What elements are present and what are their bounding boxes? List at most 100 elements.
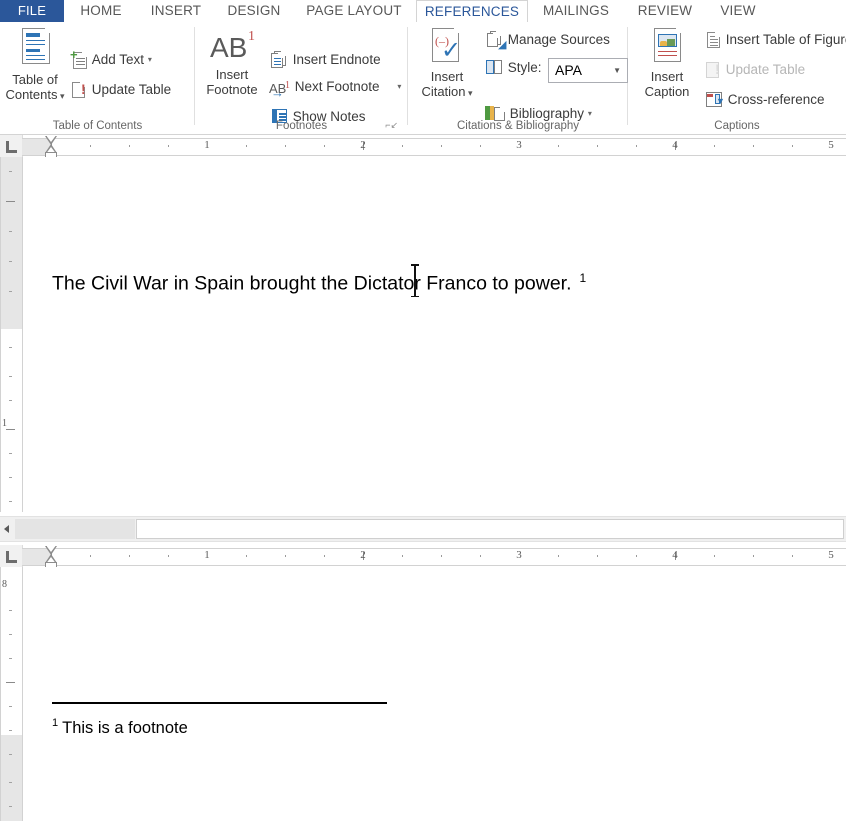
horizontal-ruler-bottom[interactable]: 1 2 3 4 5: [0, 545, 846, 571]
insert-caption-label-line1: Insert: [650, 69, 684, 84]
insert-footnote-label-line1: Insert: [215, 67, 249, 82]
chevron-down-icon: ▾: [465, 88, 473, 98]
group-label-table-of-contents: Table of Contents: [52, 120, 143, 132]
manage-sources-button[interactable]: ◢ Manage Sources: [484, 28, 610, 50]
ruler-number: 4: [672, 549, 678, 561]
insert-table-of-figures-label: Insert Table of Figures: [725, 31, 846, 47]
word-window: FILE HOME INSERT DESIGN PAGE LAYOUT REFE…: [0, 0, 846, 821]
tab-insert[interactable]: INSERT: [138, 0, 214, 22]
footnote-reference-mark[interactable]: 1: [580, 271, 587, 285]
tab-stop-selector[interactable]: [0, 135, 23, 157]
chevron-down-icon: ▾: [397, 81, 402, 91]
vertical-ruler-top[interactable]: 1: [0, 157, 23, 512]
update-table-label: Update Table: [91, 81, 172, 97]
update-table-captions-label: Update Table: [725, 61, 806, 77]
cross-reference-icon: ▼: [704, 90, 725, 109]
insert-caption-icon: [650, 28, 684, 68]
scroll-left-arrow[interactable]: [0, 517, 14, 541]
tab-file[interactable]: FILE: [0, 0, 64, 22]
manage-sources-label: Manage Sources: [507, 31, 610, 47]
tab-design[interactable]: DESIGN: [214, 0, 294, 22]
table-of-contents-button[interactable]: Table of Contents ▾: [4, 28, 66, 104]
body-sentence: The Civil War in Spain brought the Dicta…: [52, 272, 572, 295]
ruler-page-zone: [51, 138, 846, 156]
vruler-number: 1: [2, 418, 7, 429]
ruler-number: 3: [516, 139, 522, 151]
tab-mailings[interactable]: MAILINGS: [528, 0, 624, 22]
left-tab-stop-icon: [6, 551, 17, 563]
insert-footnote-button[interactable]: AB 1 Insert Footnote: [199, 29, 265, 97]
scrollbar-thumb[interactable]: [136, 519, 844, 539]
chevron-down-icon: ▾: [587, 108, 592, 118]
tab-home[interactable]: HOME: [64, 0, 138, 22]
update-table-captions-button: ! Update Table: [704, 58, 805, 79]
document-page-1[interactable]: The Civil War in Spain brought the Dicta…: [23, 157, 846, 512]
vruler-margin-zone: [0, 735, 23, 821]
insert-citation-label-line1: Insert: [430, 69, 464, 84]
footnote-number: 1: [52, 717, 59, 729]
vruler-number: 8: [2, 579, 7, 590]
insert-caption-label-line2: Caption: [644, 84, 690, 99]
table-of-contents-icon: [18, 28, 52, 70]
next-footnote-button[interactable]: AB 1 → Next Footnote ▾: [269, 75, 402, 100]
insert-table-of-figures-button[interactable]: Insert Table of Figures: [704, 28, 846, 49]
ribbon-group-citations-bibliography: (–) ✓ Insert Citation ▾ ◢ Manage Sources: [408, 22, 628, 134]
vruler-margin-zone: [0, 157, 23, 329]
next-footnote-icon: AB 1 →: [269, 79, 290, 100]
chevron-down-icon: ▾: [147, 54, 152, 64]
footnotes-dialog-launcher[interactable]: ⌐↙: [385, 120, 398, 131]
add-text-button[interactable]: + Add Text ▾: [70, 48, 152, 69]
insert-endnote-label: Insert Endnote: [292, 51, 381, 67]
manage-sources-icon: ◢: [484, 30, 506, 50]
add-text-icon: +: [70, 48, 88, 69]
horizontal-scrollbar[interactable]: [0, 516, 846, 542]
document-page-2[interactable]: 1 This is a footnote: [23, 567, 846, 821]
add-text-label: Add Text: [91, 51, 145, 67]
ribbon-group-captions: Insert Caption Insert Table of Figures !…: [628, 22, 846, 134]
ruler-number: 4: [672, 139, 678, 151]
next-footnote-label: Next Footnote: [294, 78, 380, 94]
insert-endnote-button[interactable]: Insert Endnote: [269, 48, 381, 69]
group-label-citations-bibliography: Citations & Bibliography: [456, 120, 580, 132]
ruler-strip: 1 2 3 4 5: [22, 548, 846, 566]
ruler-number: 1: [204, 139, 210, 151]
ribbon-group-footnotes: AB 1 Insert Footnote Insert Endnote AB 1…: [195, 22, 408, 134]
document-body-text[interactable]: The Civil War in Spain brought the Dicta…: [52, 271, 586, 296]
tab-page-layout[interactable]: PAGE LAYOUT: [294, 0, 414, 22]
style-label: Style:: [507, 59, 542, 75]
insert-caption-button[interactable]: Insert Caption: [634, 28, 700, 99]
ribbon: Table of Contents ▾ + Add Text ▾ ! Updat…: [0, 22, 846, 135]
vertical-ruler-bottom[interactable]: 8: [0, 567, 23, 821]
chevron-down-icon: ▾: [57, 91, 65, 101]
vruler-page-zone: [0, 567, 23, 735]
ruler-page-zone: [51, 548, 846, 566]
insert-citation-icon: (–) ✓: [427, 28, 467, 68]
ruler-strip: 1 2 3 4 5: [22, 138, 846, 156]
ruler-number: 5: [828, 549, 834, 561]
tab-references[interactable]: REFERENCES: [416, 0, 528, 24]
horizontal-ruler-top[interactable]: 1 2 3 4 5: [0, 135, 846, 161]
style-icon: [484, 58, 504, 77]
ruler-number: 1: [204, 549, 210, 561]
footnote-separator: [52, 702, 387, 704]
group-label-footnotes: Footnotes: [275, 120, 328, 132]
chevron-down-icon: ▼: [613, 66, 621, 75]
insert-footnote-icon: AB 1: [210, 29, 255, 63]
ribbon-tab-bar: FILE HOME INSERT DESIGN PAGE LAYOUT REFE…: [0, 0, 846, 24]
insert-citation-label-line2: Citation: [421, 84, 466, 99]
insert-footnote-label-line2: Footnote: [206, 82, 258, 97]
scrollbar-track[interactable]: [15, 519, 135, 539]
tab-stop-selector[interactable]: [0, 545, 23, 567]
insert-citation-button[interactable]: (–) ✓ Insert Citation ▾: [414, 28, 480, 101]
tab-view[interactable]: VIEW: [706, 0, 770, 22]
tab-review[interactable]: REVIEW: [624, 0, 706, 22]
footnote-entry[interactable]: 1 This is a footnote: [52, 717, 188, 738]
update-table-button[interactable]: ! Update Table: [70, 78, 171, 99]
cross-reference-button[interactable]: ▼ Cross-reference: [704, 88, 825, 109]
footnote-body-text: This is a footnote: [62, 718, 188, 737]
citation-style-row: Style:: [484, 56, 542, 77]
ruler-number: 2: [360, 549, 366, 561]
citation-style-select[interactable]: APA ▼: [548, 58, 628, 83]
ruler-number: 2: [360, 139, 366, 151]
bibliography-label: Bibliography: [509, 105, 585, 121]
